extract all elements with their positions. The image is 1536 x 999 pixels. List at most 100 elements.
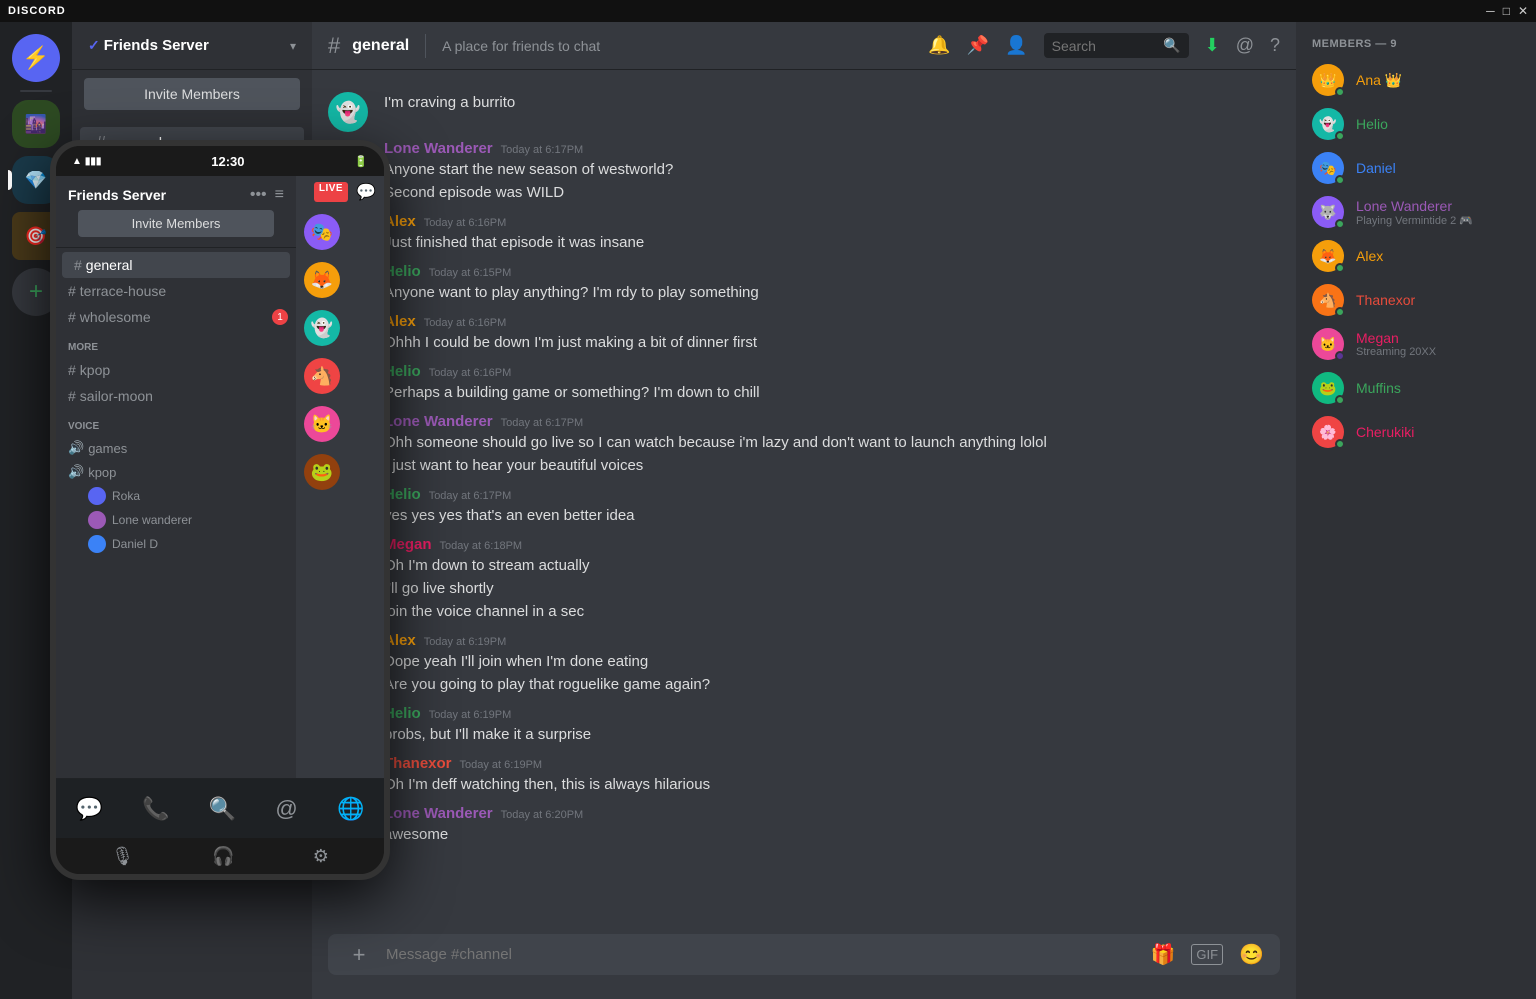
message-header: Helio Today at 6:19PM [384,705,1280,722]
search-input[interactable] [1052,38,1156,54]
pin-icon[interactable]: 📌 [967,35,989,56]
phone-channel-item-wholesome[interactable]: # wholesome 1 [56,304,296,330]
message-timestamp: Today at 6:19PM [429,709,512,721]
voice-user-name: Roka [112,489,140,503]
hash-icon: # [68,362,76,378]
message-timestamp: Today at 6:15PM [429,267,512,279]
menu-icon[interactable]: ≡ [275,186,284,204]
avatar: 🎭 [304,214,340,250]
phone-channel-item-terrace-house[interactable]: # terrace-house [56,278,296,304]
phone-dm-item-6[interactable]: 🐸 [296,448,384,496]
microphone-icon[interactable]: 🎙 [111,846,134,867]
message-timestamp: Today at 6:16PM [424,317,507,329]
message-author: Lone Wanderer [384,413,493,430]
member-item-muffins[interactable]: 🐸 Muffins [1304,366,1528,410]
phone-dm-item-1[interactable]: 🎭 [296,208,384,256]
badge: 1 [272,309,288,325]
server-icon-1[interactable]: 🌆 [12,100,60,148]
avatar: 🐸 [304,454,340,490]
bell-icon[interactable]: 🔔 [928,35,950,56]
server-header[interactable]: ✓ Friends Server ▾ [72,22,312,70]
phone-at-icon[interactable]: @ [275,796,297,822]
members-icon[interactable]: 👤 [1005,35,1027,56]
member-item-ana[interactable]: 👑 Ana 👑 [1304,58,1528,102]
avatar: 🦊 [1312,240,1344,272]
phone-dm-item-5[interactable]: 🐱 [296,400,384,448]
message-msg3: 🦊 Alex Today at 6:16PM Just finished tha… [312,209,1296,259]
phone-voice-user-daniel-d[interactable]: Daniel D [56,532,296,556]
phone-invite-button[interactable]: Invite Members [78,210,274,237]
download-icon[interactable]: ⬇ [1205,35,1220,56]
server-icon-home[interactable]: ⚡ [12,34,60,82]
avatar [88,511,106,529]
avatar: 🐴 [1312,284,1344,316]
member-item-helio[interactable]: 👻 Helio [1304,102,1528,146]
message-content: Helio Today at 6:16PM Perhaps a building… [384,363,1280,405]
phone-voice-user-roka[interactable]: Roka [56,484,296,508]
member-item-thanexor[interactable]: 🐴 Thanexor [1304,278,1528,322]
phone-dm-item-2[interactable]: 🦊 [296,256,384,304]
phone-call-icon[interactable]: 📞 [142,796,169,822]
attach-file-button[interactable]: + [344,940,374,970]
search-box[interactable]: 🔍 [1044,33,1189,58]
minimize-button[interactable]: ─ [1486,4,1495,18]
message-text: I'm craving a burrito [384,92,1280,113]
phone-globe-icon[interactable]: 🌐 [337,796,364,822]
chat-input-icons: 🎁 GIF 😊 [1151,942,1264,967]
member-item-cherukiki[interactable]: 🌸 Cherukiki [1304,410,1528,454]
gift-icon[interactable]: 🎁 [1151,942,1176,967]
member-name: Cherukiki [1356,424,1520,440]
phone-channel-item-general[interactable]: # general [62,252,290,278]
message-timestamp: Today at 6:16PM [429,367,512,379]
help-icon[interactable]: ? [1270,35,1280,56]
avatar [88,535,106,553]
member-item-megan[interactable]: 🐱 Megan Streaming 20XX [1304,322,1528,366]
phone-channel-item-sailor-moon[interactable]: # sailor-moon [56,383,296,409]
hash-icon: # [68,388,76,404]
emoji-icon[interactable]: 😊 [1239,942,1264,967]
message-text: Perhaps a building game or something? I'… [384,382,1280,403]
member-name: Alex [1356,248,1520,264]
message-input[interactable] [386,934,1139,975]
phone-dm-item-3[interactable]: 👻 [296,304,384,352]
avatar: 🐱 [304,406,340,442]
close-button[interactable]: ✕ [1518,4,1528,18]
phone-voice-kpop[interactable]: 🔊 kpop [56,460,296,484]
phone-dm-item-4[interactable]: 🐴 [296,352,384,400]
message-text: Ohhh I could be down I'm just making a b… [384,332,1280,353]
avatar: 👻 [304,310,340,346]
phone-audio-controls: 🎙 🎧 ⚙ [56,838,384,874]
message-content: Lone Wanderer Today at 6:17PM Anyone sta… [384,140,1280,205]
channel-hash-icon: # [328,33,340,59]
gif-button[interactable]: GIF [1191,944,1223,965]
phone-server-actions: ••• ≡ [250,186,284,204]
avatar: 🌸 [1312,416,1344,448]
at-icon[interactable]: @ [1236,35,1254,56]
headphones-icon[interactable]: 🎧 [212,846,234,867]
member-name: Daniel [1356,160,1520,176]
messages-container: 👻 I'm craving a burrito 🐺 Lone Wanderer … [312,70,1296,934]
voice-user-name: Daniel D [112,537,158,551]
phone-channel-item-kpop[interactable]: # kpop [56,357,296,383]
three-dots-icon[interactable]: ••• [250,186,267,204]
phone-chat-icon[interactable]: 💬 [76,796,103,822]
voice-channel-name: kpop [88,465,116,480]
member-name: Muffins [1356,380,1520,396]
settings-icon[interactable]: ⚙ [313,846,329,867]
phone-voice-games[interactable]: 🔊 games [56,436,296,460]
message-header: Lone Wanderer Today at 6:17PM [384,413,1280,430]
maximize-button[interactable]: □ [1503,4,1510,18]
invite-members-button[interactable]: Invite Members [84,78,300,110]
phone-search-icon[interactable]: 🔍 [209,796,236,822]
member-item-lone-wanderer[interactable]: 🐺 Lone Wanderer Playing Vermintide 2 🎮 [1304,190,1528,234]
chat-input-box: + 🎁 GIF 😊 [328,934,1280,975]
window-controls[interactable]: ─ □ ✕ [1486,4,1528,18]
message-msg7: 🐺 Lone Wanderer Today at 6:17PM Ohh some… [312,409,1296,482]
phone-voice-user-lone-wanderer[interactable]: Lone wanderer [56,508,296,532]
header-divider [425,34,426,58]
phone-app: Friends Server ••• ≡ Invite Members # ge… [56,176,384,778]
avatar: 🐸 [1312,372,1344,404]
member-item-alex[interactable]: 🦊 Alex [1304,234,1528,278]
member-item-daniel[interactable]: 🎭 Daniel [1304,146,1528,190]
avatar: 🐴 [304,358,340,394]
